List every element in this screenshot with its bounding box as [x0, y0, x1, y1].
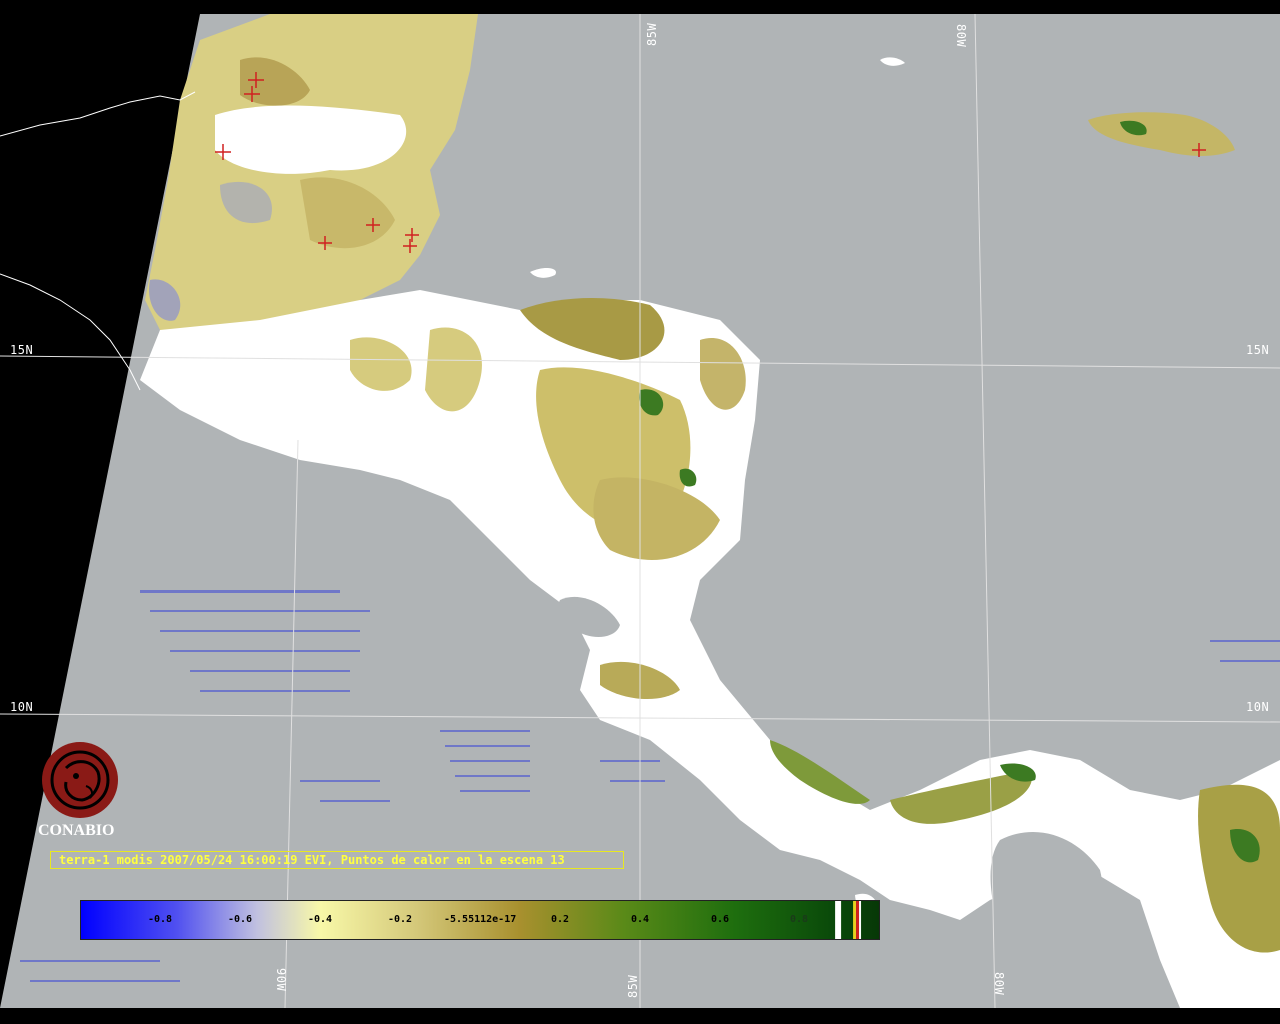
colorbar-tick: -5.55112e-17	[444, 914, 517, 925]
lon-label-90w-bottom: 90W	[274, 968, 288, 992]
map-canvas	[0, 0, 1280, 1024]
lon-label-80w-top: 80W	[954, 24, 968, 48]
satellite-map-view: 15N 15N 10N 10N 85W 80W 90W 85W 80W CONA…	[0, 0, 1280, 1024]
colorbar-tick: -0.8	[148, 914, 173, 925]
colorbar-tick: 0.6	[711, 914, 730, 925]
colorbar-tick: -0.2	[388, 914, 413, 925]
conabio-wordmark: CONABIO	[38, 822, 115, 839]
lat-label-10n-right: 10N	[1246, 700, 1270, 714]
colorbar-tick: 0.4	[631, 914, 650, 925]
lat-label-10n-left: 10N	[10, 700, 34, 714]
colorbar-tick: -0.4	[308, 914, 333, 925]
colorbar-tick: 0.2	[551, 914, 570, 925]
colorbar-tick: 0.8	[790, 914, 809, 925]
lon-label-85w-top: 85W	[645, 22, 659, 46]
scene-caption-box: terra-1 modis 2007/05/24 16:00:19 EVI, P…	[50, 851, 624, 869]
lat-label-15n-left: 15N	[10, 343, 34, 357]
lon-label-85w-bottom: 85W	[626, 974, 640, 998]
colorbar-tick: -0.6	[228, 914, 253, 925]
lat-label-15n-right: 15N	[1246, 343, 1270, 357]
scene-caption: terra-1 modis 2007/05/24 16:00:19 EVI, P…	[59, 853, 565, 867]
lon-label-80w-bottom: 80W	[992, 972, 1006, 996]
